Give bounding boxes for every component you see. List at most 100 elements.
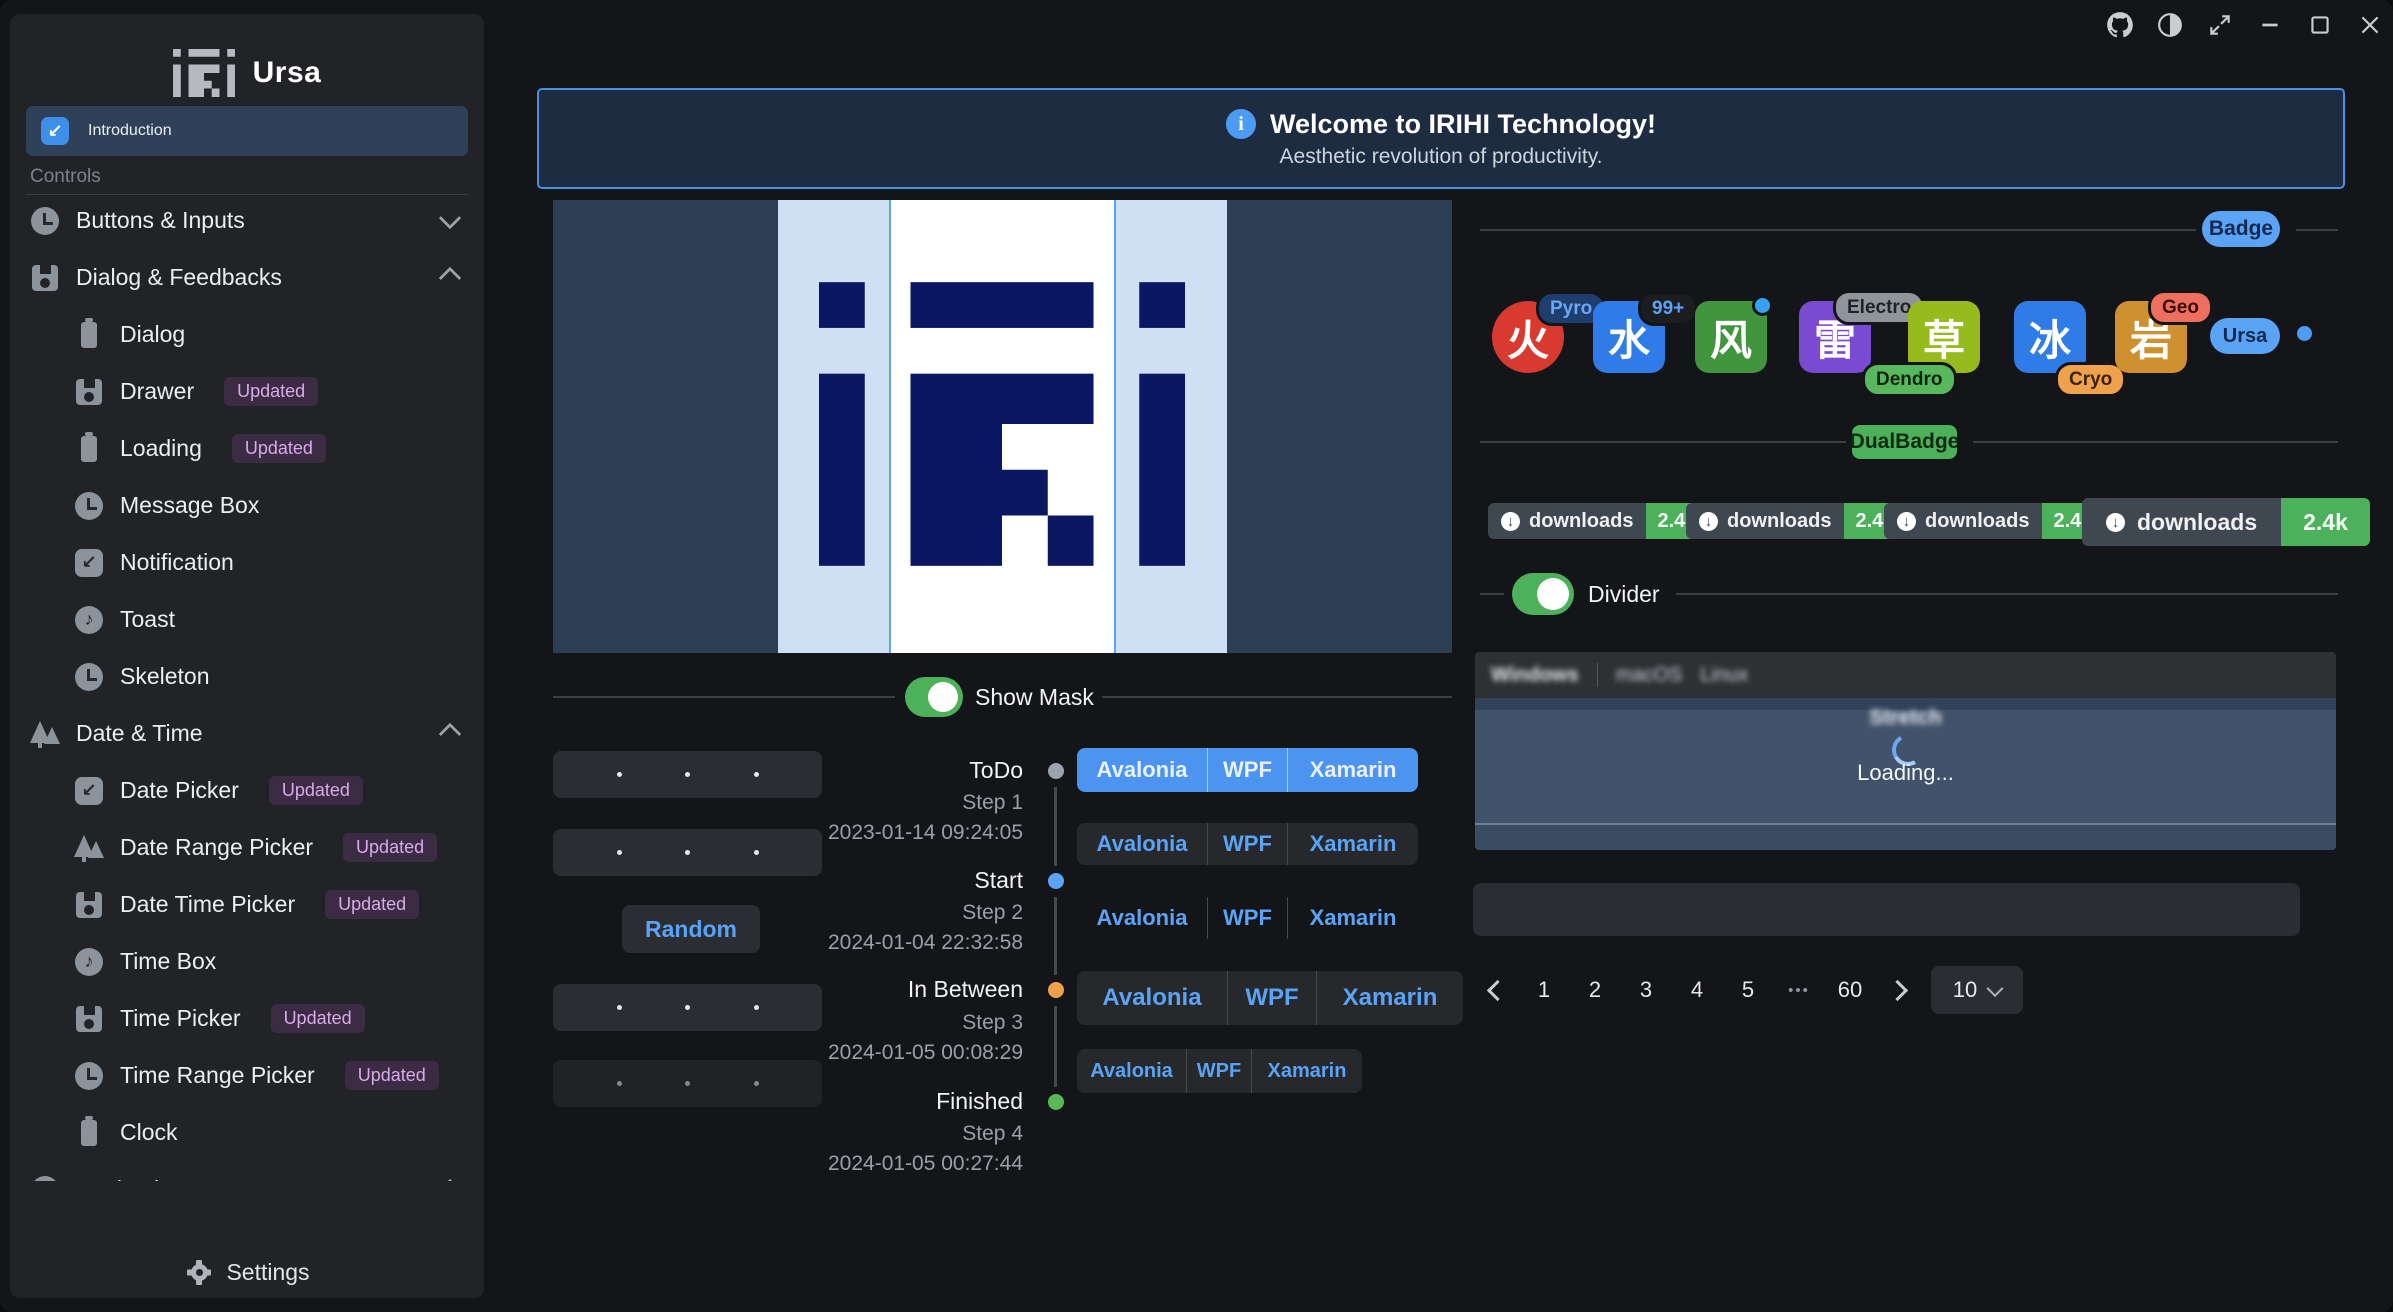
sidebar-item-dialog[interactable]: Dialog bbox=[10, 309, 484, 360]
wpf-button[interactable]: WPF bbox=[1186, 1049, 1251, 1093]
chevron-down-icon bbox=[1987, 980, 2004, 997]
sidebar-item-message-box[interactable]: Message Box bbox=[10, 480, 484, 531]
ipv4-input-4-disabled bbox=[553, 1060, 822, 1107]
avalonia-button[interactable]: Avalonia bbox=[1077, 1049, 1186, 1093]
pagination-ellipsis[interactable]: ••• bbox=[1778, 982, 1820, 999]
next-page-button[interactable] bbox=[1880, 966, 1914, 1014]
fullscreen-icon[interactable] bbox=[2205, 10, 2235, 40]
clock-icon bbox=[74, 662, 104, 692]
divider-line bbox=[1480, 593, 1504, 595]
xamarin-button[interactable]: Xamarin bbox=[1287, 748, 1418, 792]
timeline-connector bbox=[1054, 787, 1057, 866]
sidebar-item-toast[interactable]: Toast bbox=[10, 594, 484, 645]
introduction-icon bbox=[40, 116, 70, 146]
sidebar-item-drawer[interactable]: Drawer Updated bbox=[10, 366, 484, 417]
show-mask-toggle[interactable] bbox=[905, 677, 963, 717]
irihi-logo-large bbox=[819, 282, 1185, 566]
sidebar-item-loading[interactable]: Loading Updated bbox=[10, 423, 484, 474]
chevron-up-icon bbox=[439, 1178, 462, 1181]
sidebar-item-date-range-picker[interactable]: Date Range Picker Updated bbox=[10, 822, 484, 873]
download-icon: ↓ bbox=[2106, 513, 2125, 532]
tab-macos[interactable]: macOS bbox=[1616, 664, 1683, 687]
sidebar-item-time-box[interactable]: Time Box bbox=[10, 936, 484, 987]
page-button-5[interactable]: 5 bbox=[1727, 966, 1769, 1014]
sidebar-item-buttons-inputs[interactable]: Buttons & Inputs bbox=[10, 195, 484, 246]
updated-badge: Updated bbox=[224, 377, 318, 406]
clock-icon bbox=[74, 1061, 104, 1091]
sidebar-item-navigation-menus[interactable]: Navigation & Menus bbox=[10, 1164, 484, 1181]
settings-button[interactable]: Settings bbox=[10, 1246, 484, 1298]
geo-badge: Geo bbox=[2148, 290, 2213, 325]
downloads-badge-large: ↓downloads 2.4k bbox=[2082, 498, 2370, 546]
page-button-last[interactable]: 60 bbox=[1829, 966, 1871, 1014]
page-button-2[interactable]: 2 bbox=[1574, 966, 1616, 1014]
minimize-button[interactable] bbox=[2255, 10, 2285, 40]
xamarin-button[interactable]: Xamarin bbox=[1251, 1049, 1362, 1093]
timeline-dot-in-between bbox=[1048, 982, 1064, 998]
wpf-button[interactable]: WPF bbox=[1207, 897, 1287, 939]
floppy-icon bbox=[74, 1004, 104, 1034]
xamarin-button[interactable]: Xamarin bbox=[1287, 823, 1418, 865]
cryo-badge: Cryo bbox=[2055, 362, 2126, 397]
xamarin-button[interactable]: Xamarin bbox=[1287, 897, 1418, 939]
maximize-button[interactable] bbox=[2305, 10, 2335, 40]
sidebar-item-date-time-picker[interactable]: Date Time Picker Updated bbox=[10, 879, 484, 930]
theme-toggle-icon[interactable] bbox=[2155, 10, 2185, 40]
avalonia-button[interactable]: Avalonia bbox=[1077, 748, 1207, 792]
wpf-button[interactable]: WPF bbox=[1227, 971, 1316, 1025]
trees-icon bbox=[30, 719, 60, 749]
timeline-step-name: Start bbox=[974, 867, 1023, 894]
random-button[interactable]: Random bbox=[622, 905, 760, 953]
text-input[interactable] bbox=[1473, 883, 2300, 936]
sidebar-item-date-time[interactable]: Date & Time bbox=[10, 708, 484, 759]
badge-section-pill: Badge bbox=[2202, 211, 2280, 247]
arrow-square-icon bbox=[74, 548, 104, 578]
tab-bar: Windows macOS Linux bbox=[1475, 652, 2336, 698]
close-button[interactable] bbox=[2355, 10, 2385, 40]
timeline-step-label: Step 3 bbox=[962, 1011, 1023, 1035]
info-icon: i bbox=[1226, 109, 1256, 139]
page-button-4[interactable]: 4 bbox=[1676, 966, 1718, 1014]
downloads-badge: ↓downloads 2.4k bbox=[1884, 503, 2103, 539]
ipv4-input-2[interactable] bbox=[553, 829, 822, 876]
battery-icon bbox=[74, 320, 104, 350]
sidebar-item-dialog-feedbacks[interactable]: Dialog & Feedbacks bbox=[10, 252, 484, 303]
pagination: 1 2 3 4 5 ••• 60 10 bbox=[1480, 966, 2023, 1014]
divider-line bbox=[2296, 229, 2338, 231]
sidebar-item-time-picker[interactable]: Time Picker Updated bbox=[10, 993, 484, 1044]
github-icon[interactable] bbox=[2105, 10, 2135, 40]
sidebar-item-date-picker[interactable]: Date Picker Updated bbox=[10, 765, 484, 816]
clock-icon bbox=[30, 206, 60, 236]
battery-icon bbox=[74, 1118, 104, 1148]
timeline-connector bbox=[1054, 897, 1057, 975]
button-group-large: Avalonia WPF Xamarin bbox=[1077, 971, 1463, 1025]
avalonia-button[interactable]: Avalonia bbox=[1077, 971, 1227, 1025]
avalonia-button[interactable]: Avalonia bbox=[1077, 897, 1207, 939]
page-size-select[interactable]: 10 bbox=[1931, 966, 2023, 1014]
tab-linux[interactable]: Linux bbox=[1700, 664, 1748, 687]
floppy-icon bbox=[74, 377, 104, 407]
tab-windows[interactable]: Windows bbox=[1491, 664, 1579, 687]
wpf-button[interactable]: WPF bbox=[1207, 823, 1287, 865]
sidebar-item-notification[interactable]: Notification bbox=[10, 537, 484, 588]
ipv4-input-1[interactable] bbox=[553, 751, 822, 798]
prev-page-button[interactable] bbox=[1480, 966, 1514, 1014]
downloads-badge: ↓downloads 2.4k bbox=[1488, 503, 1707, 539]
xamarin-button[interactable]: Xamarin bbox=[1316, 971, 1463, 1025]
download-icon: ↓ bbox=[1897, 512, 1916, 531]
ipv4-input-3[interactable] bbox=[553, 984, 822, 1031]
wpf-button[interactable]: WPF bbox=[1207, 748, 1287, 792]
dendro-badge: Dendro bbox=[1862, 362, 1957, 397]
sidebar-item-clock[interactable]: Clock bbox=[10, 1107, 484, 1158]
sidebar-item-introduction[interactable]: Introduction bbox=[26, 106, 468, 156]
sidebar-item-time-range-picker[interactable]: Time Range Picker Updated bbox=[10, 1050, 484, 1101]
button-group-dark: Avalonia WPF Xamarin bbox=[1077, 823, 1418, 865]
show-mask-label: Show Mask bbox=[975, 684, 1094, 711]
avalonia-button[interactable]: Avalonia bbox=[1077, 823, 1207, 865]
page-button-3[interactable]: 3 bbox=[1625, 966, 1667, 1014]
timeline-dot-start bbox=[1048, 873, 1064, 889]
timeline-step-time: 2024-01-05 00:27:44 bbox=[828, 1152, 1023, 1176]
divider-toggle[interactable] bbox=[1512, 573, 1574, 615]
sidebar-item-skeleton[interactable]: Skeleton bbox=[10, 651, 484, 702]
page-button-1[interactable]: 1 bbox=[1523, 966, 1565, 1014]
